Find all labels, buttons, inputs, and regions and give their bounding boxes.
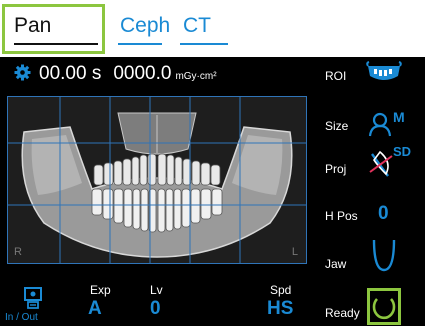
tab-ct-underline bbox=[180, 43, 228, 45]
control-panel-screen: Pan Ceph CT 00.00 s 0000.0 mGy·cm² R L R… bbox=[0, 0, 425, 326]
medium-patient-icon[interactable]: M bbox=[368, 106, 412, 143]
panoramic-preview[interactable]: R L bbox=[7, 96, 307, 264]
spd-value[interactable]: HS bbox=[267, 298, 293, 320]
in-out-label[interactable]: In / Out bbox=[5, 312, 38, 323]
hpos-label: H Pos bbox=[325, 209, 358, 223]
exp-label: Exp bbox=[90, 283, 111, 297]
jaw-label: Jaw bbox=[325, 257, 347, 271]
jaw-illustration bbox=[8, 97, 306, 263]
tab-ceph-underline bbox=[118, 43, 162, 45]
full-arch-icon[interactable] bbox=[365, 60, 403, 93]
size-label: Size bbox=[325, 119, 349, 133]
right-side-marker: R bbox=[14, 246, 22, 258]
tab-ceph[interactable]: Ceph bbox=[120, 14, 170, 38]
gear-icon[interactable] bbox=[14, 64, 31, 81]
spd-label: Spd bbox=[270, 283, 292, 297]
ready-label: Ready bbox=[325, 306, 360, 320]
projection-sd-icon[interactable]: SD bbox=[366, 144, 414, 187]
dose-value: 0000.0 bbox=[113, 63, 172, 84]
tab-ct[interactable]: CT bbox=[183, 14, 211, 38]
left-side-marker: L bbox=[291, 246, 298, 258]
exposure-time: 00.00 s bbox=[39, 63, 102, 84]
exposure-readout: 00.00 s 0000.0 mGy·cm² bbox=[14, 62, 217, 86]
dose-unit: mGy·cm² bbox=[175, 71, 217, 82]
roi-label: ROI bbox=[325, 69, 347, 83]
hpos-value[interactable]: 0 bbox=[378, 203, 389, 225]
mode-tab-bar: Pan Ceph CT bbox=[0, 0, 425, 57]
proj-label: Proj bbox=[325, 162, 347, 176]
ready-highlight bbox=[367, 288, 401, 325]
in-out-icon[interactable] bbox=[22, 286, 44, 315]
lv-label: Lv bbox=[150, 283, 163, 297]
size-badge: M bbox=[393, 109, 405, 125]
lv-value[interactable]: 0 bbox=[150, 298, 161, 320]
jaw-shape-icon[interactable] bbox=[370, 238, 398, 279]
exp-value[interactable]: A bbox=[88, 298, 102, 320]
proj-badge: SD bbox=[393, 144, 412, 159]
pan-tab-highlight bbox=[2, 4, 105, 54]
